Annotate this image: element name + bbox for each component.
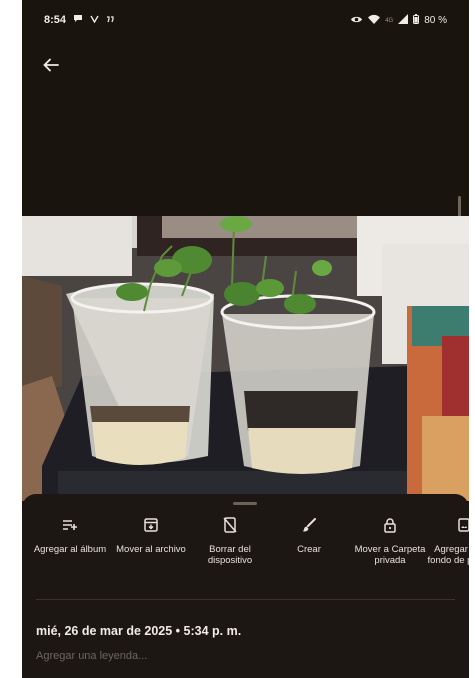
quote-notification-icon (106, 14, 114, 26)
phone-off-icon (188, 514, 272, 536)
chat-notification-icon (73, 14, 83, 26)
v-notification-icon (90, 14, 99, 26)
actions-sheet: Agregar al álbum Mover al archivo Borrar… (22, 494, 469, 678)
lock-icon (348, 514, 432, 536)
delete-from-device-label: Borrar del dispositivo (207, 544, 253, 566)
move-to-private-folder-label: Mover a Carpeta privada (354, 544, 426, 566)
create-button[interactable]: Crear (267, 514, 351, 555)
playlist-add-icon (28, 514, 112, 536)
set-as-wallpaper-button[interactable]: Agregar como fondo de pantalla (422, 514, 469, 566)
eye-icon (350, 15, 363, 27)
battery-percent: 80 % (424, 15, 447, 26)
add-to-album-button[interactable]: Agregar al álbum (28, 514, 112, 555)
back-button[interactable] (36, 52, 66, 82)
sheet-handle[interactable] (233, 502, 257, 505)
plant-cups-photo (22, 216, 469, 501)
photo-datetime: mié, 26 de mar de 2025 • 5:34 p. m. (36, 624, 242, 638)
archive-icon (109, 514, 193, 536)
battery-icon (413, 14, 420, 27)
status-time: 8:54 (44, 14, 67, 26)
brush-icon (267, 514, 351, 536)
photo[interactable] (22, 216, 469, 501)
actions-row: Agregar al álbum Mover al archivo Borrar… (22, 514, 469, 594)
wallpaper-icon (422, 514, 469, 536)
set-as-wallpaper-label: Agregar como fondo de pantalla (427, 544, 469, 566)
cell-signal-icon (398, 14, 409, 27)
status-bar: 8:54 4G 80 % (22, 0, 469, 40)
arrow-back-icon (43, 58, 59, 77)
wifi-icon (368, 14, 381, 27)
network-type-label: 4G (385, 17, 394, 24)
move-to-archive-button[interactable]: Mover al archivo (109, 514, 193, 555)
photo-viewer-screen: 8:54 4G 80 % Agregar al álbum Mover al a… (22, 0, 469, 678)
divider (36, 599, 455, 600)
create-label: Crear (297, 544, 321, 555)
delete-from-device-button[interactable]: Borrar del dispositivo (188, 514, 272, 566)
caption-input[interactable]: Agregar una leyenda... (36, 650, 147, 662)
move-to-private-folder-button[interactable]: Mover a Carpeta privada (348, 514, 432, 566)
add-to-album-label: Agregar al álbum (33, 544, 107, 555)
move-to-archive-label: Mover al archivo (116, 544, 186, 555)
